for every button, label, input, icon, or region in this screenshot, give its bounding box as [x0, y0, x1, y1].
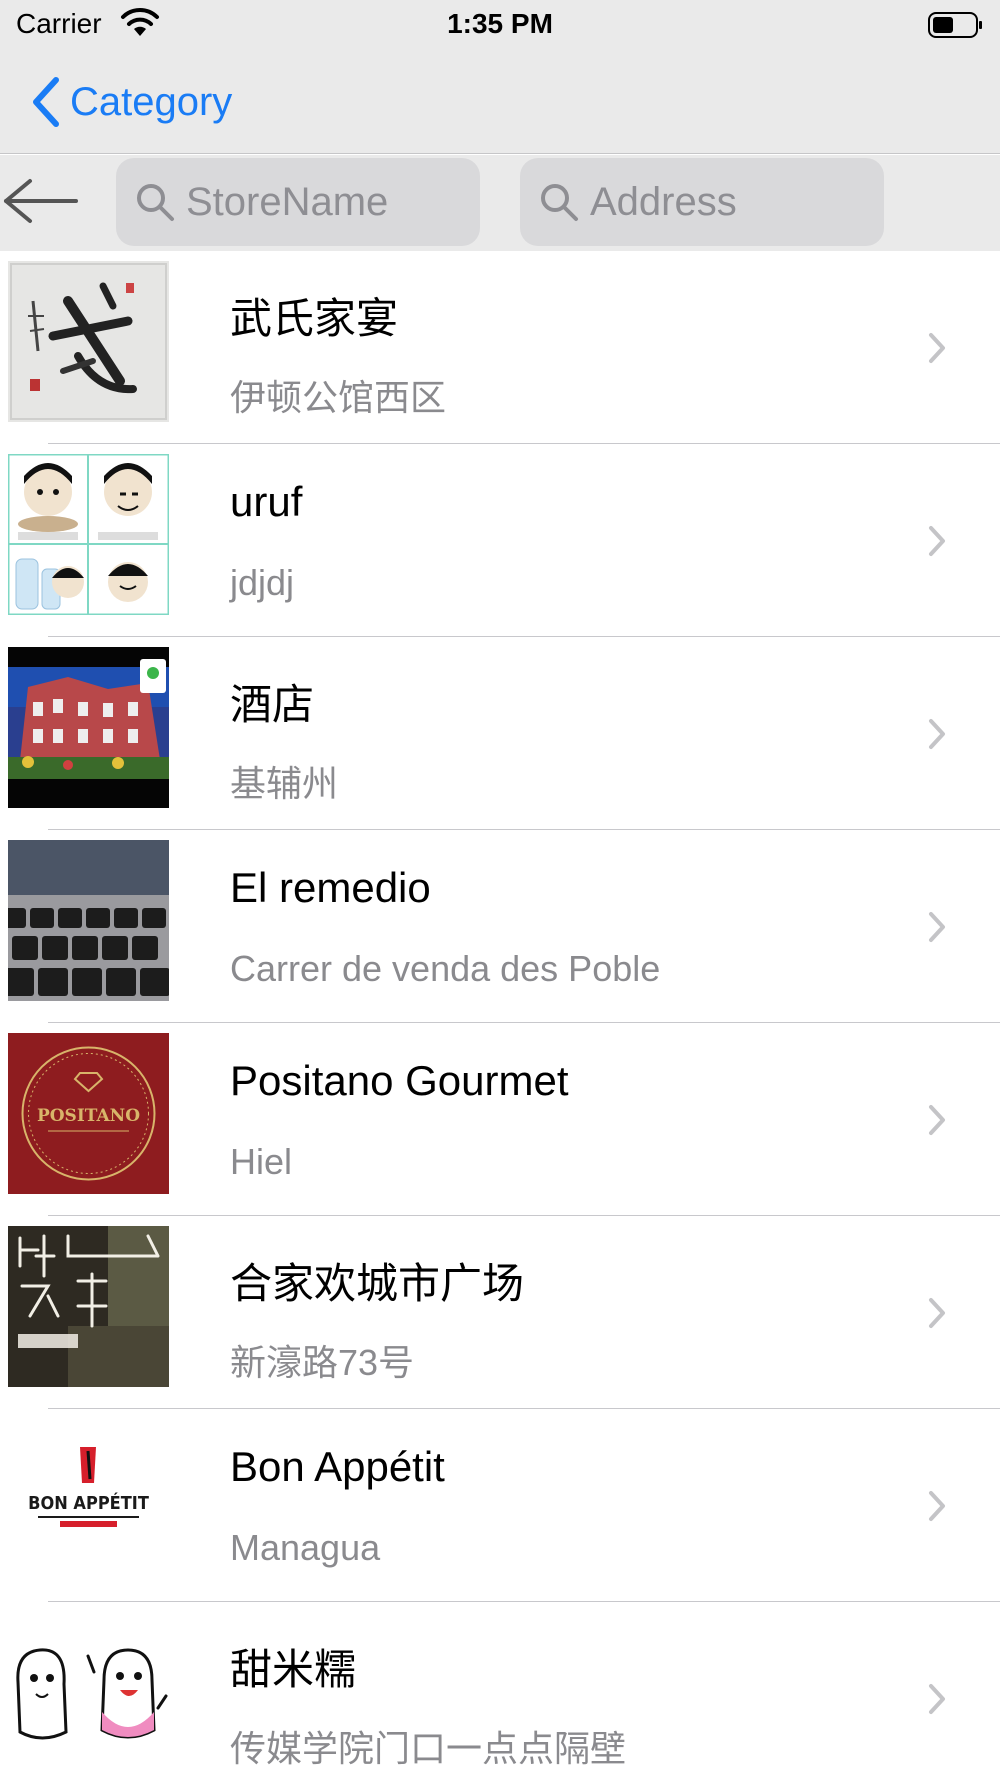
- positano-logo-text: POSITANO: [37, 1106, 140, 1126]
- store-row[interactable]: uruf jdjdj: [0, 444, 1000, 637]
- store-row[interactable]: 合家欢城市广场 新濠路73号: [0, 1216, 1000, 1409]
- store-list: 武氏家宴 伊顿公馆西区 uruf jdjdj 酒店 基辅州 El remedio…: [0, 251, 1000, 1778]
- store-thumbnail-building: [8, 647, 169, 808]
- store-name-input[interactable]: [186, 179, 466, 225]
- address-search-field[interactable]: [520, 158, 884, 246]
- store-address: Managua: [230, 1527, 381, 1568]
- status-bar: Carrier 1:35 PM: [0, 0, 1000, 50]
- store-row[interactable]: POSITANO Positano Gourmet Hiel: [0, 1023, 1000, 1216]
- store-name: Positano Gourmet: [230, 1057, 569, 1104]
- store-name: 合家欢城市广场: [230, 1260, 525, 1307]
- store-address: Hiel: [230, 1141, 293, 1182]
- search-icon: [541, 184, 578, 221]
- store-address: jdjdj: [230, 562, 295, 603]
- arrow-left-icon[interactable]: [0, 177, 80, 225]
- store-row[interactable]: El remedio Carrer de venda des Poble: [0, 830, 1000, 1023]
- store-thumbnail-positano-logo: POSITANO: [8, 1033, 169, 1194]
- store-address: 基辅州: [230, 763, 339, 804]
- search-bar: [0, 155, 1000, 251]
- store-name: 武氏家宴: [230, 295, 399, 342]
- clock: 1:35 PM: [447, 8, 553, 39]
- chevron-right-icon: [929, 333, 945, 363]
- chevron-right-icon: [929, 526, 945, 556]
- chevron-right-icon: [929, 1684, 945, 1714]
- battery-icon: [928, 12, 982, 38]
- store-thumbnail-meme-grid: [8, 454, 169, 615]
- store-address: 传媒学院门口一点点隔壁: [230, 1728, 627, 1769]
- back-button[interactable]: Category: [28, 72, 232, 132]
- address-input[interactable]: [590, 179, 870, 225]
- store-address: Carrer de venda des Poble: [230, 948, 661, 989]
- store-name: Bon Appétit: [230, 1443, 445, 1490]
- chevron-right-icon: [929, 1491, 945, 1521]
- chevron-right-icon: [929, 1298, 945, 1328]
- chevron-right-icon: [929, 912, 945, 942]
- store-name: El remedio: [230, 864, 431, 911]
- store-row[interactable]: 武氏家宴 伊顿公馆西区: [0, 251, 1000, 444]
- store-name: 甜米糯: [230, 1646, 357, 1693]
- store-address: 新濠路73号: [230, 1342, 415, 1383]
- store-row[interactable]: BON APPÉTIT Bon Appétit Managua: [0, 1409, 1000, 1602]
- store-thumbnail-keyboard: [8, 840, 169, 1001]
- store-name-search-field[interactable]: [116, 158, 480, 246]
- bon-appetit-logo-text: BON APPÉTIT: [28, 1492, 149, 1514]
- store-address: 伊顿公馆西区: [230, 377, 447, 418]
- store-thumbnail-cartoon-mascots: [8, 1612, 169, 1773]
- store-row[interactable]: 甜米糯 传媒学院门口一点点隔壁: [0, 1602, 1000, 1778]
- store-thumbnail-neon-sign: [8, 1226, 169, 1387]
- screen: Carrier 1:35 PM Category StoreName Addre…: [0, 0, 1000, 1778]
- chevron-right-icon: [929, 1105, 945, 1135]
- store-row[interactable]: 酒店 基辅州: [0, 637, 1000, 830]
- chevron-left-icon: [33, 77, 59, 127]
- store-thumbnail-calligraphy: [8, 261, 169, 422]
- back-label: Category: [70, 79, 233, 124]
- navigation-bar: Category: [0, 50, 1000, 154]
- store-name: 酒店: [230, 681, 315, 728]
- chevron-right-icon: [929, 719, 945, 749]
- store-thumbnail-bon-appetit-logo: BON APPÉTIT: [8, 1419, 169, 1580]
- store-name: uruf: [230, 478, 303, 525]
- search-icon: [137, 184, 174, 221]
